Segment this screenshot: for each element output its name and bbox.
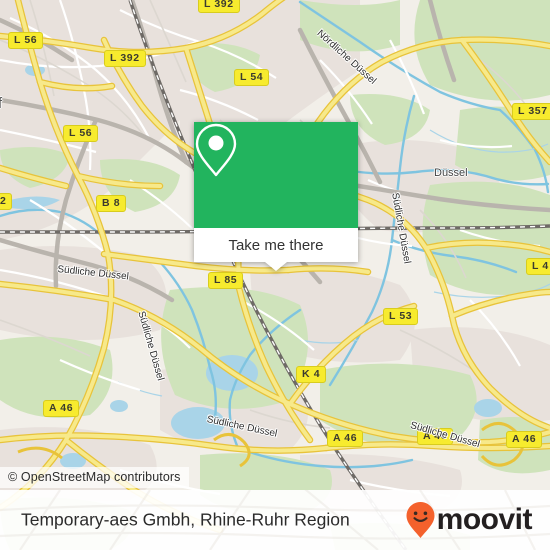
road-shield: L 392 [104, 50, 146, 67]
take-me-there-button[interactable]: Take me there [194, 228, 358, 262]
road-shield: L 357 [512, 103, 550, 120]
map-screenshot: L 56 L 392 L 392 L 54 L 56 L 357 2 B 8 L… [0, 0, 550, 550]
location-popup-card[interactable]: Take me there [194, 122, 358, 271]
footer-bar: Temporary-aes Gmbh, Rhine-Ruhr Region mo… [0, 490, 550, 550]
moovit-logo[interactable]: moovit [405, 501, 533, 539]
popup-icon-area [194, 122, 358, 228]
road-shield: B 8 [96, 195, 127, 212]
road-shield: L 56 [8, 32, 44, 49]
road-shield: A 46 [327, 430, 364, 447]
road-shield: A 46 [506, 431, 543, 448]
road-shield: L 53 [383, 308, 419, 325]
road-shield: L 85 [208, 272, 244, 289]
road-shield: A 46 [43, 400, 80, 417]
road-shield: 2 [0, 193, 13, 210]
take-me-there-label: Take me there [228, 236, 324, 254]
popup-pointer [265, 262, 287, 271]
city-label: f [0, 95, 3, 112]
place-label: Düssel [434, 167, 468, 179]
page-title: Temporary-aes Gmbh, Rhine-Ruhr Region [21, 509, 350, 530]
road-shield: L 54 [234, 69, 270, 86]
road-shield: K 4 [296, 366, 327, 383]
road-shield: L 4 [526, 258, 550, 275]
osm-attribution-text: © OpenStreetMap contributors [8, 470, 181, 484]
map-canvas[interactable]: L 56 L 392 L 392 L 54 L 56 L 357 2 B 8 L… [0, 0, 550, 550]
road-shield: L 56 [63, 125, 99, 142]
road-shield: L 392 [198, 0, 240, 13]
map-pin-icon [195, 123, 237, 177]
moovit-wordmark: moovit [436, 503, 533, 536]
osm-attribution[interactable]: © OpenStreetMap contributors [0, 467, 189, 488]
moovit-smiley-pin-icon [406, 502, 435, 538]
